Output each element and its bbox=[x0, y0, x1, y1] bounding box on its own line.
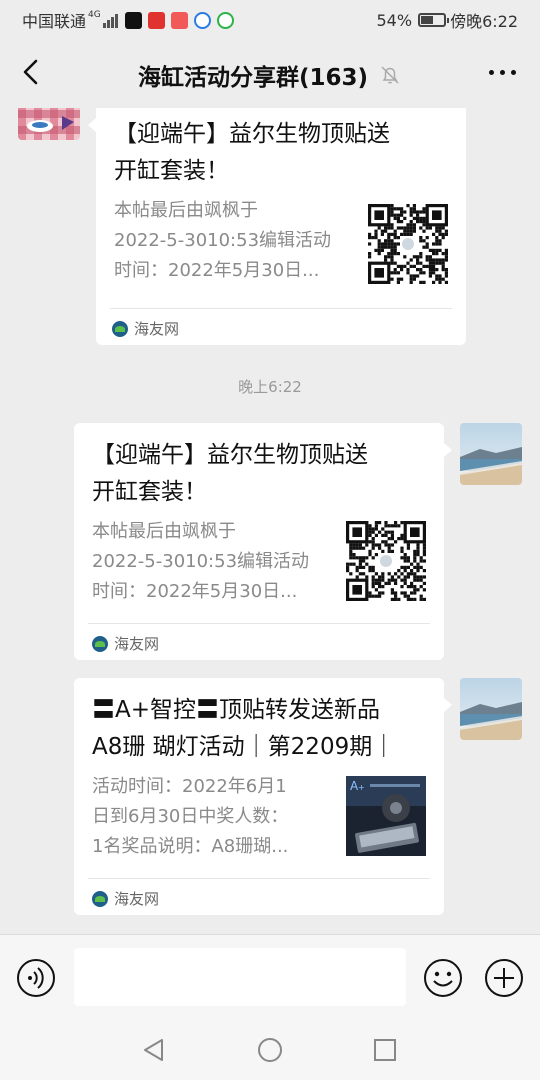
card-title: 【迎端午】益尔生物顶贴送 开缸套装！ bbox=[114, 116, 390, 190]
chat-title[interactable]: 海缸活动分享群(163) bbox=[138, 58, 368, 92]
card-desc-line: 1名奖品说明：A8珊瑚... bbox=[92, 836, 289, 857]
card-title-line: 【迎端午】益尔生物顶贴送 bbox=[114, 121, 390, 147]
card-title-line: A8珊 瑚灯活动｜第2209期｜ bbox=[92, 734, 396, 760]
card-source: 海友网 bbox=[92, 888, 159, 909]
network-type: 4G bbox=[88, 9, 101, 20]
card-description: 本帖最后由飒枫于 2022-5-3010:53编辑活动 时间：2022年5月30… bbox=[114, 196, 331, 286]
card-desc-line: 日到6月30日中奖人数： bbox=[92, 806, 289, 827]
card-divider bbox=[88, 623, 430, 624]
chat-title-wrap: 海缸活动分享群(163) bbox=[0, 58, 540, 92]
signal-icon bbox=[102, 12, 119, 28]
product-photo-thumbnail: A + bbox=[346, 776, 426, 856]
svg-text:+: + bbox=[358, 783, 365, 792]
message-input-bar bbox=[0, 934, 540, 1020]
nav-recents-icon[interactable] bbox=[371, 1036, 399, 1064]
battery-percent: 54% bbox=[376, 10, 413, 30]
battery-icon bbox=[418, 13, 450, 27]
card-title-line: 开缸套装！ bbox=[114, 158, 229, 184]
card-title-line: 【迎端午】益尔生物顶贴送 bbox=[92, 442, 368, 468]
source-label: 海友网 bbox=[114, 890, 160, 908]
more-horizontal-icon[interactable] bbox=[483, 70, 516, 75]
card-description: 本帖最后由飒枫于 2022-5-3010:53编辑活动 时间：2022年5月30… bbox=[92, 517, 309, 607]
status-left: 中国联通 4G bbox=[22, 8, 234, 32]
haiyou-logo-icon bbox=[112, 320, 128, 337]
card-desc-line: 活动时间：2022年6月1 bbox=[92, 776, 287, 797]
tiktok-icon bbox=[124, 11, 142, 29]
plus-circle-icon[interactable] bbox=[484, 958, 524, 998]
card-title: 【迎端午】益尔生物顶贴送 开缸套装！ bbox=[92, 437, 368, 511]
haiyou-logo-icon bbox=[92, 890, 108, 907]
card-desc-line: 本帖最后由飒枫于 bbox=[114, 200, 258, 221]
source-label: 海友网 bbox=[134, 320, 180, 338]
system-nav-bar bbox=[0, 1020, 540, 1080]
lightbulb-icon bbox=[193, 11, 211, 29]
card-desc-line: 本帖最后由飒枫于 bbox=[92, 521, 236, 542]
qr-code-thumbnail bbox=[368, 204, 448, 284]
avatar[interactable] bbox=[18, 108, 80, 140]
card-source: 海友网 bbox=[92, 633, 159, 654]
avatar[interactable] bbox=[460, 423, 522, 485]
nav-home-icon[interactable] bbox=[256, 1036, 284, 1064]
qr-code-thumbnail bbox=[346, 521, 426, 601]
card-title: 〓A+智控〓顶贴转发送新品 A8珊 瑚灯活动｜第2209期｜ bbox=[92, 692, 395, 766]
bell-off-icon bbox=[381, 66, 399, 84]
status-right: 54% 傍晚6:22 bbox=[377, 8, 519, 32]
card-title-line: 开缸套装！ bbox=[92, 479, 207, 505]
link-card[interactable]: 【迎端午】益尔生物顶贴送 开缸套装！ 本帖最后由飒枫于 2022-5-3010:… bbox=[74, 423, 444, 660]
card-title-line: 〓A+智控〓顶贴转发送新品 bbox=[92, 697, 381, 723]
toutiao-icon bbox=[147, 11, 165, 29]
avatar[interactable] bbox=[460, 678, 522, 740]
carrier-label: 中国联通 bbox=[22, 12, 87, 31]
haiyou-logo-icon bbox=[92, 635, 108, 652]
card-desc-line: 时间：2022年5月30日... bbox=[114, 260, 320, 281]
link-card[interactable]: 〓A+智控〓顶贴转发送新品 A8珊 瑚灯活动｜第2209期｜ 活动时间：2022… bbox=[74, 678, 444, 915]
chat-messages[interactable]: 【迎端午】益尔生物顶贴送 开缸套装！ 本帖最后由飒枫于 2022-5-3010:… bbox=[0, 108, 540, 934]
nav-back-icon[interactable] bbox=[140, 1036, 168, 1064]
card-description: 活动时间：2022年6月1 日到6月30日中奖人数： 1名奖品说明：A8珊瑚..… bbox=[92, 772, 288, 862]
link-card[interactable]: 【迎端午】益尔生物顶贴送 开缸套装！ 本帖最后由飒枫于 2022-5-3010:… bbox=[96, 108, 466, 345]
status-time: 傍晚6:22 bbox=[450, 12, 518, 31]
card-divider bbox=[88, 878, 430, 879]
status-bar: 中国联通 4G 54% 傍晚6:22 bbox=[0, 0, 540, 36]
chat-header: 海缸活动分享群(163) bbox=[0, 36, 540, 108]
message-timestamp: 晚上6:22 bbox=[238, 378, 302, 396]
app-red-icon bbox=[170, 11, 188, 29]
source-label: 海友网 bbox=[114, 635, 160, 653]
card-desc-line: 时间：2022年5月30日... bbox=[92, 581, 298, 602]
card-divider bbox=[110, 308, 452, 309]
emoji-icon[interactable] bbox=[423, 958, 463, 998]
card-desc-line: 2022-5-3010:53编辑活动 bbox=[114, 230, 332, 251]
message-icon bbox=[216, 11, 234, 29]
message-input[interactable] bbox=[74, 948, 406, 1006]
voice-icon[interactable] bbox=[16, 958, 56, 998]
card-desc-line: 2022-5-3010:53编辑活动 bbox=[92, 551, 310, 572]
card-source: 海友网 bbox=[112, 318, 179, 339]
